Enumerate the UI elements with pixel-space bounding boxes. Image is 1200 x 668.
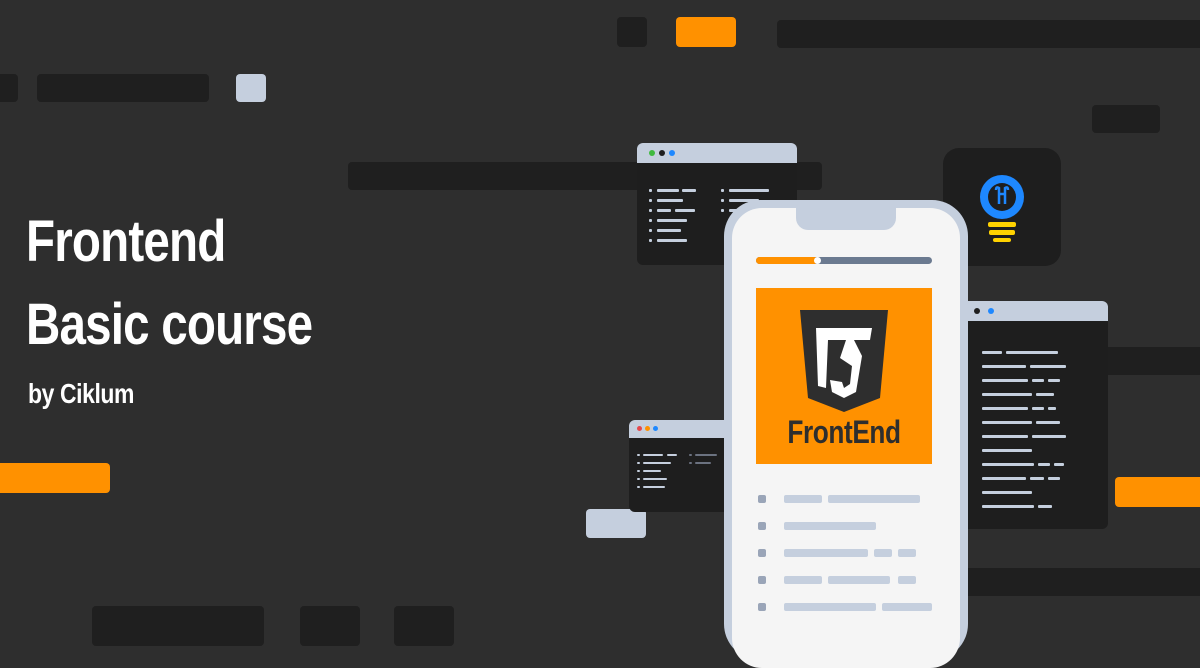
decor-block [37,74,209,102]
decor-block-accent [676,17,736,47]
decor-block [0,74,18,102]
decor-block [617,17,647,47]
decor-block-light [586,509,646,538]
decor-block-accent [1115,477,1200,507]
decor-block [1092,105,1160,133]
decor-block-accent [0,463,110,493]
course-byline: by Ciklum [28,378,135,409]
progress-bar [756,257,932,264]
window-titlebar [637,143,797,163]
decor-block [92,606,264,646]
phone-notch [796,208,896,230]
decor-block [1100,347,1200,375]
decor-block [777,20,1200,48]
course-logo-card: FrontEnd [756,288,932,464]
course-subtitle: Basic course [26,292,313,357]
phone-mockup: FrontEnd [724,200,968,668]
course-title: Frontend [26,209,226,274]
decor-block [960,568,1200,596]
decor-block [394,606,454,646]
decor-block-light [236,74,266,102]
window-titlebar [629,420,739,438]
phone-screen: FrontEnd [732,208,960,668]
logo-label: FrontEnd [787,414,901,450]
code-window [629,420,739,512]
decor-block [300,606,360,646]
frontend-shield-icon [800,310,888,412]
